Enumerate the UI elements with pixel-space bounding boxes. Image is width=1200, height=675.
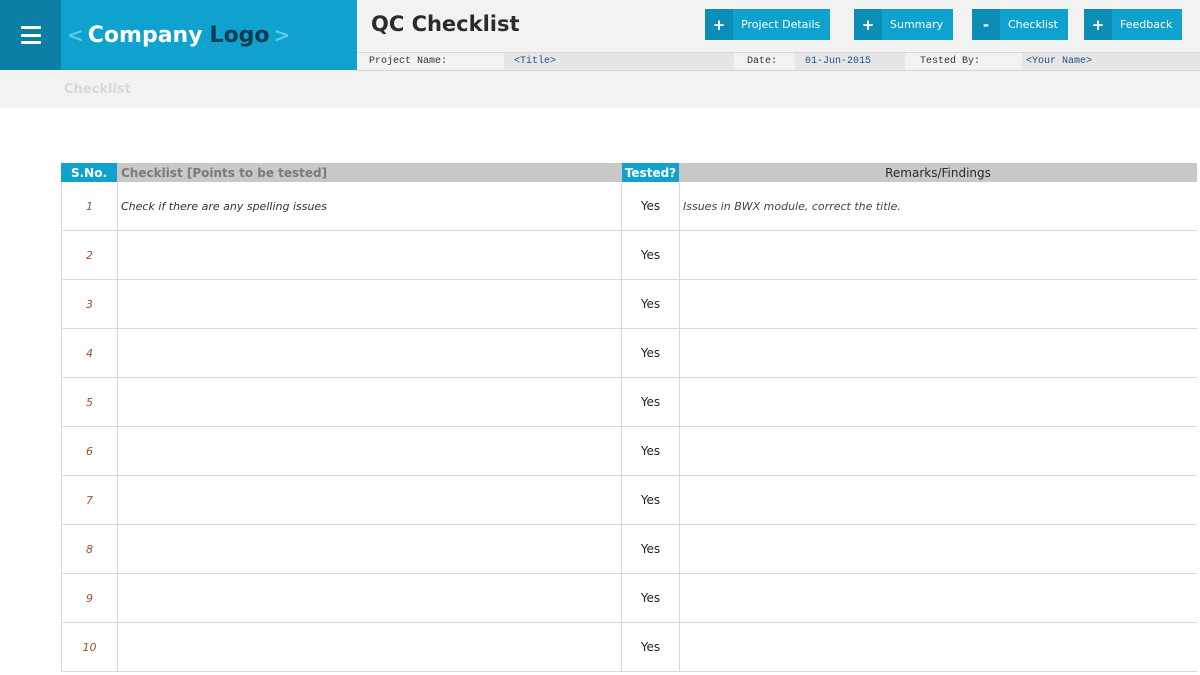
logo-right-chevron-icon: > xyxy=(273,23,291,47)
title-area: QC Checklist + Project Details + Summary… xyxy=(357,0,1200,52)
summary-button-label: Summary xyxy=(890,18,944,31)
header-checklist: Checklist [Points to be tested] xyxy=(117,163,622,182)
project-name-label: Project Name: xyxy=(369,56,448,67)
header-band: < Company Logo > QC Checklist + Project … xyxy=(0,0,1200,108)
sno-cell: 8 xyxy=(61,525,118,573)
checklist-button-label: Checklist xyxy=(1008,18,1058,31)
checklist-cell[interactable] xyxy=(118,427,622,475)
summary-button[interactable]: + Summary xyxy=(854,9,954,40)
logo-left-chevron-icon: < xyxy=(67,23,84,47)
tested-cell[interactable]: Yes xyxy=(622,623,680,671)
remarks-cell[interactable] xyxy=(680,378,1197,426)
tested-cell[interactable]: Yes xyxy=(622,182,680,230)
table-row: 9 Yes xyxy=(61,574,1197,623)
tested-cell[interactable]: Yes xyxy=(622,574,680,622)
checklist-button[interactable]: - Checklist xyxy=(972,9,1068,40)
checklist-cell[interactable]: Check if there are any spelling issues xyxy=(118,182,622,230)
table-body: 1 Check if there are any spelling issues Y… xyxy=(61,182,1197,672)
table-row: 1 Check if there are any spelling issues Y… xyxy=(61,182,1197,231)
remarks-cell[interactable] xyxy=(680,329,1197,377)
tested-cell[interactable]: Yes xyxy=(622,427,680,475)
table-row: 10 Yes xyxy=(61,623,1197,672)
checklist-cell[interactable] xyxy=(118,525,622,573)
section-title: Checklist xyxy=(64,82,131,97)
project-details-button-label: Project Details xyxy=(741,18,821,31)
sno-cell: 10 xyxy=(61,623,118,671)
remarks-cell[interactable] xyxy=(680,280,1197,328)
table-row: 7 Yes xyxy=(61,476,1197,525)
sno-cell: 4 xyxy=(61,329,118,377)
sno-cell: 6 xyxy=(61,427,118,475)
tested-by-label: Tested By: xyxy=(920,56,981,67)
remarks-cell[interactable] xyxy=(680,525,1197,573)
checklist-cell[interactable] xyxy=(118,623,622,671)
checklist-cell[interactable] xyxy=(118,476,622,524)
page-title: QC Checklist xyxy=(371,12,520,36)
project-info-row: Project Name: <Title> Date: 01-Jun-2015 … xyxy=(357,52,1200,71)
sno-cell: 7 xyxy=(61,476,118,524)
checklist-cell[interactable] xyxy=(118,231,622,279)
project-details-button[interactable]: + Project Details xyxy=(705,9,831,40)
remarks-cell[interactable] xyxy=(680,427,1197,475)
company-logo: < Company Logo > xyxy=(61,0,357,70)
minus-icon: - xyxy=(972,9,1000,40)
table-row: 5 Yes xyxy=(61,378,1197,427)
table-header: S.No. Checklist [Points to be tested] Te… xyxy=(61,163,1197,182)
logo-word-logo: Logo xyxy=(209,22,270,48)
header-remarks: Remarks/Findings xyxy=(679,163,1197,182)
remarks-cell[interactable] xyxy=(680,231,1197,279)
tested-by-field[interactable]: <Your Name> xyxy=(1022,53,1200,70)
tested-cell[interactable]: Yes xyxy=(622,329,680,377)
sno-cell: 9 xyxy=(61,574,118,622)
checklist-cell[interactable] xyxy=(118,574,622,622)
plus-icon: + xyxy=(705,9,733,40)
sno-cell: 1 xyxy=(61,182,118,230)
sno-cell: 2 xyxy=(61,231,118,279)
remarks-cell[interactable] xyxy=(680,574,1197,622)
header-sno: S.No. xyxy=(61,163,117,182)
feedback-button[interactable]: + Feedback xyxy=(1084,9,1183,40)
date-field[interactable]: 01-Jun-2015 xyxy=(795,53,905,70)
checklist-table: S.No. Checklist [Points to be tested] Te… xyxy=(61,163,1197,672)
logo-word-company: Company xyxy=(87,22,203,48)
date-label: Date: xyxy=(747,56,778,67)
tested-cell[interactable]: Yes xyxy=(622,231,680,279)
tested-cell[interactable]: Yes xyxy=(622,378,680,426)
sno-cell: 3 xyxy=(61,280,118,328)
table-row: 3 Yes xyxy=(61,280,1197,329)
table-row: 6 Yes xyxy=(61,427,1197,476)
tested-cell[interactable]: Yes xyxy=(622,476,680,524)
table-row: 8 Yes xyxy=(61,525,1197,574)
remarks-cell[interactable] xyxy=(680,476,1197,524)
checklist-cell[interactable] xyxy=(118,329,622,377)
checklist-cell[interactable] xyxy=(118,378,622,426)
table-row: 4 Yes xyxy=(61,329,1197,378)
project-name-field[interactable]: <Title> xyxy=(504,53,734,70)
tested-cell[interactable]: Yes xyxy=(622,280,680,328)
table-row: 2 Yes xyxy=(61,231,1197,280)
plus-icon: + xyxy=(1084,9,1112,40)
menu-button[interactable] xyxy=(0,0,61,70)
sno-cell: 5 xyxy=(61,378,118,426)
remarks-cell[interactable]: Issues in BWX module, correct the title. xyxy=(680,182,1197,230)
tested-cell[interactable]: Yes xyxy=(622,525,680,573)
feedback-button-label: Feedback xyxy=(1120,18,1173,31)
plus-icon: + xyxy=(854,9,882,40)
checklist-cell[interactable] xyxy=(118,280,622,328)
hamburger-icon xyxy=(20,26,41,44)
remarks-cell[interactable] xyxy=(680,623,1197,671)
header-tested: Tested? xyxy=(622,163,679,182)
